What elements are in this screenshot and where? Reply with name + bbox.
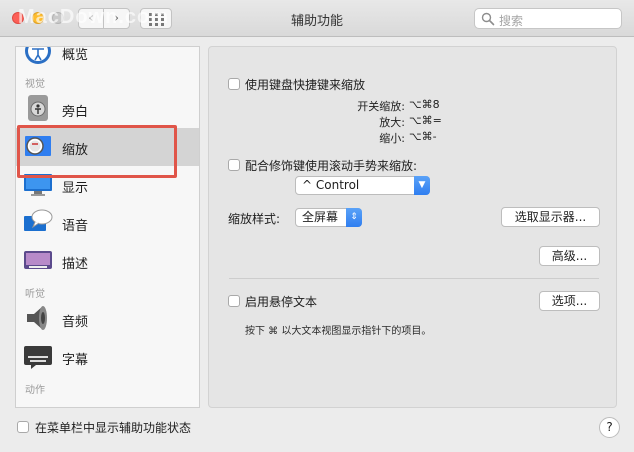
search-input[interactable]: 搜索 bbox=[474, 8, 622, 29]
sidebar-item-label: 显示 bbox=[62, 181, 89, 196]
show-in-menubar-checkbox[interactable] bbox=[17, 421, 29, 433]
sidebar-item-label: 语音 bbox=[62, 219, 89, 234]
hover-text-options-button[interactable]: 选项... bbox=[539, 291, 600, 311]
help-button[interactable]: ? bbox=[599, 417, 620, 438]
zoom-style-label: 缩放样式: bbox=[228, 212, 281, 226]
scroll-gesture-label: 配合修饰键使用滚动手势来缩放: bbox=[245, 159, 418, 173]
title-bar: ‹ › MacDown.com 辅助功能 搜索 bbox=[0, 0, 634, 37]
zoom-icon bbox=[25, 136, 51, 156]
up-down-chevron-icon: ⇕ bbox=[346, 208, 362, 227]
sidebar-item-captions[interactable]: 字幕 bbox=[16, 338, 199, 376]
sidebar-item-label: 概览 bbox=[62, 48, 89, 63]
hover-text-note: 按下 ⌘ 以大文本视图显示指针下的项目。 bbox=[245, 326, 432, 337]
modifier-key-value: ^ Control bbox=[302, 178, 360, 192]
accessibility-icon bbox=[25, 47, 51, 64]
keyboard-shortcuts-label: 使用键盘快捷键来缩放 bbox=[245, 78, 366, 92]
speaker-icon bbox=[27, 306, 47, 330]
sidebar[interactable]: 概览 视觉 旁白 缩放 显示 语音 描述 听觉 音频 字幕 动作 bbox=[15, 46, 200, 408]
captions-icon bbox=[24, 346, 52, 369]
preferences-window: ‹ › MacDown.com 辅助功能 搜索 概览 视觉 旁白 缩放 显示 语… bbox=[0, 0, 634, 452]
voiceover-icon bbox=[28, 95, 48, 121]
sidebar-section-vision: 视觉 bbox=[25, 79, 45, 90]
zoom-style-select[interactable]: 全屏幕 ⇕ bbox=[295, 208, 362, 227]
shortcut-zoom-in-keys: ⌥⌘= bbox=[409, 114, 442, 127]
sidebar-item-descriptions[interactable]: 描述 bbox=[16, 242, 199, 280]
shortcut-toggle-label: 开关缩放: bbox=[357, 100, 405, 113]
sidebar-item-overview[interactable]: 概览 bbox=[16, 47, 199, 71]
hover-text-checkbox[interactable] bbox=[228, 295, 240, 307]
speech-icon bbox=[24, 209, 53, 231]
sidebar-item-label: 缩放 bbox=[62, 143, 89, 158]
search-placeholder: 搜索 bbox=[499, 14, 524, 28]
chevron-down-icon: ▼ bbox=[414, 176, 430, 195]
modifier-key-select[interactable]: ^ Control ▼ bbox=[295, 176, 430, 195]
sidebar-item-label: 描述 bbox=[62, 257, 89, 272]
sidebar-item-label: 旁白 bbox=[62, 105, 89, 120]
advanced-button[interactable]: 高级... bbox=[539, 246, 600, 266]
sidebar-item-voiceover[interactable]: 旁白 bbox=[16, 90, 199, 128]
hover-text-label: 启用悬停文本 bbox=[245, 295, 318, 309]
sidebar-item-zoom[interactable]: 缩放 bbox=[16, 128, 199, 166]
sidebar-section-motor: 动作 bbox=[25, 385, 45, 396]
sidebar-item-label: 音频 bbox=[62, 315, 89, 330]
sidebar-item-display[interactable]: 显示 bbox=[16, 166, 199, 204]
zoom-settings-panel: 使用键盘快捷键来缩放 开关缩放: ⌥⌘8 放大: ⌥⌘= 缩小: ⌥⌘- 配合修… bbox=[208, 46, 617, 408]
display-icon bbox=[24, 174, 52, 196]
show-in-menubar-label: 在菜单栏中显示辅助功能状态 bbox=[35, 421, 192, 435]
shortcut-zoom-in-label: 放大: bbox=[379, 116, 405, 129]
sidebar-item-label: 字幕 bbox=[62, 353, 89, 368]
scroll-gesture-checkbox[interactable] bbox=[228, 159, 240, 171]
search-icon bbox=[481, 12, 495, 26]
shortcut-zoom-out-keys: ⌥⌘- bbox=[409, 130, 437, 143]
keyboard-shortcuts-checkbox[interactable] bbox=[228, 78, 240, 90]
zoom-style-value: 全屏幕 bbox=[302, 210, 339, 224]
descriptions-icon bbox=[24, 251, 52, 269]
choose-display-button[interactable]: 选取显示器... bbox=[501, 207, 600, 227]
sidebar-item-audio[interactable]: 音频 bbox=[16, 300, 199, 338]
sidebar-section-hearing: 听觉 bbox=[25, 289, 45, 300]
shortcut-toggle-keys: ⌥⌘8 bbox=[409, 98, 440, 111]
sidebar-item-speech[interactable]: 语音 bbox=[16, 204, 199, 242]
divider bbox=[229, 278, 599, 279]
shortcut-zoom-out-label: 缩小: bbox=[379, 132, 405, 145]
